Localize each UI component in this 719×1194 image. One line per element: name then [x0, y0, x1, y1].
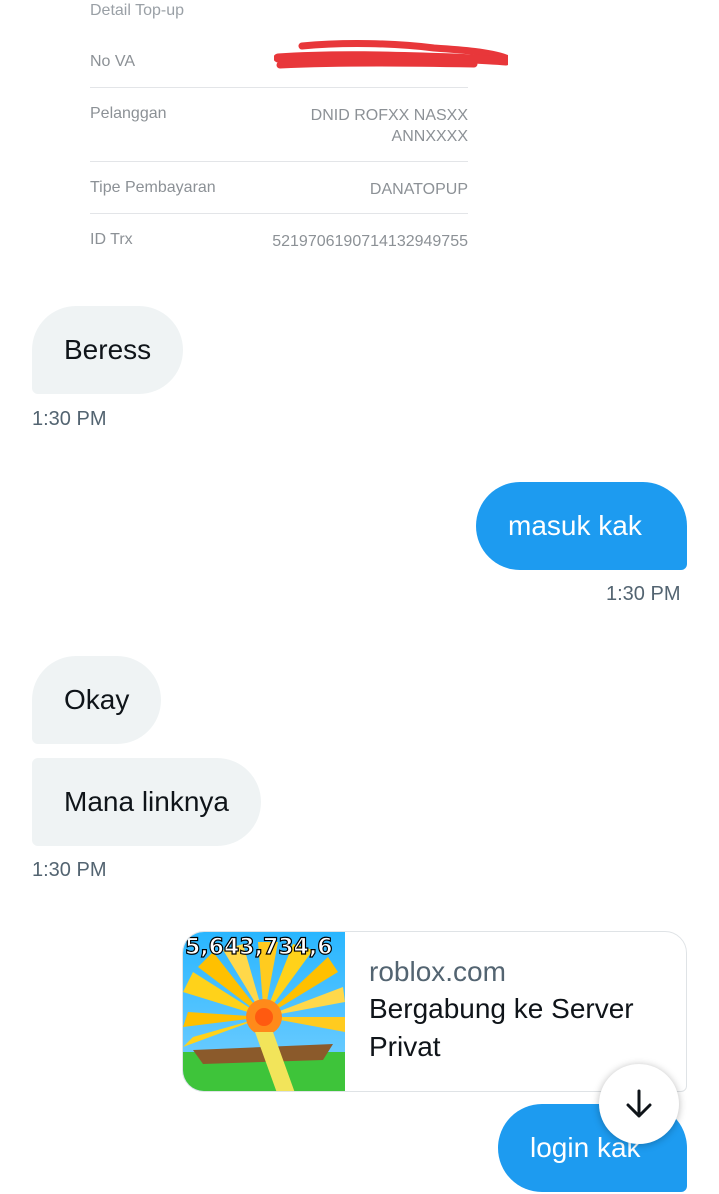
scroll-to-bottom-button[interactable]	[599, 1064, 679, 1144]
receipt-value: DANATOPUP	[369, 181, 468, 198]
receipt-value: 5219706190714132949755	[272, 233, 468, 250]
receipt-value: DNID ROFXX NASXX ANNXXXX	[310, 107, 468, 145]
message-bubble-incoming[interactable]: Mana linknya	[32, 758, 261, 846]
message-timestamp: 1:30 PM	[32, 859, 107, 881]
receipt-image[interactable]: Detail Top-up No VA Pelanggan DNID ROFXX…	[32, 0, 508, 262]
receipt-label: Pelanggan	[90, 105, 167, 122]
receipt-divider	[90, 213, 468, 214]
receipt-label: Tipe Pembayaran	[90, 179, 216, 196]
message-bubble-outgoing[interactable]: masuk kak	[476, 482, 687, 570]
receipt-divider	[90, 161, 468, 162]
message-timestamp: 1:30 PM	[32, 408, 107, 430]
thumbnail-counter-text: 5,643,734,6	[185, 935, 333, 960]
arrow-down-icon	[626, 1089, 652, 1118]
receipt-divider	[90, 87, 468, 88]
message-text: Beress	[64, 334, 152, 365]
message-bubble-incoming[interactable]: Beress	[32, 306, 184, 394]
link-meta: roblox.com Bergabung ke Server Privat	[369, 954, 669, 1066]
message-text: Okay	[64, 684, 130, 715]
redaction-mark	[274, 40, 508, 69]
link-domain: roblox.com	[369, 956, 506, 987]
link-thumbnail: 5,643,734,6	[183, 932, 345, 1091]
message-bubble-incoming[interactable]: Okay	[32, 656, 162, 744]
link-preview-card[interactable]: 5,643,734,6 roblox.com Bergabung ke Serv…	[182, 931, 687, 1092]
receipt-label: No VA	[90, 53, 136, 70]
message-timestamp: 1:30 PM	[606, 583, 681, 605]
message-text: Mana linknya	[64, 786, 229, 817]
receipt-title: Detail Top-up	[90, 2, 184, 19]
receipt-label: ID Trx	[90, 231, 133, 248]
message-text: masuk kak	[508, 510, 642, 541]
link-title: Bergabung ke Server Privat	[369, 993, 634, 1062]
